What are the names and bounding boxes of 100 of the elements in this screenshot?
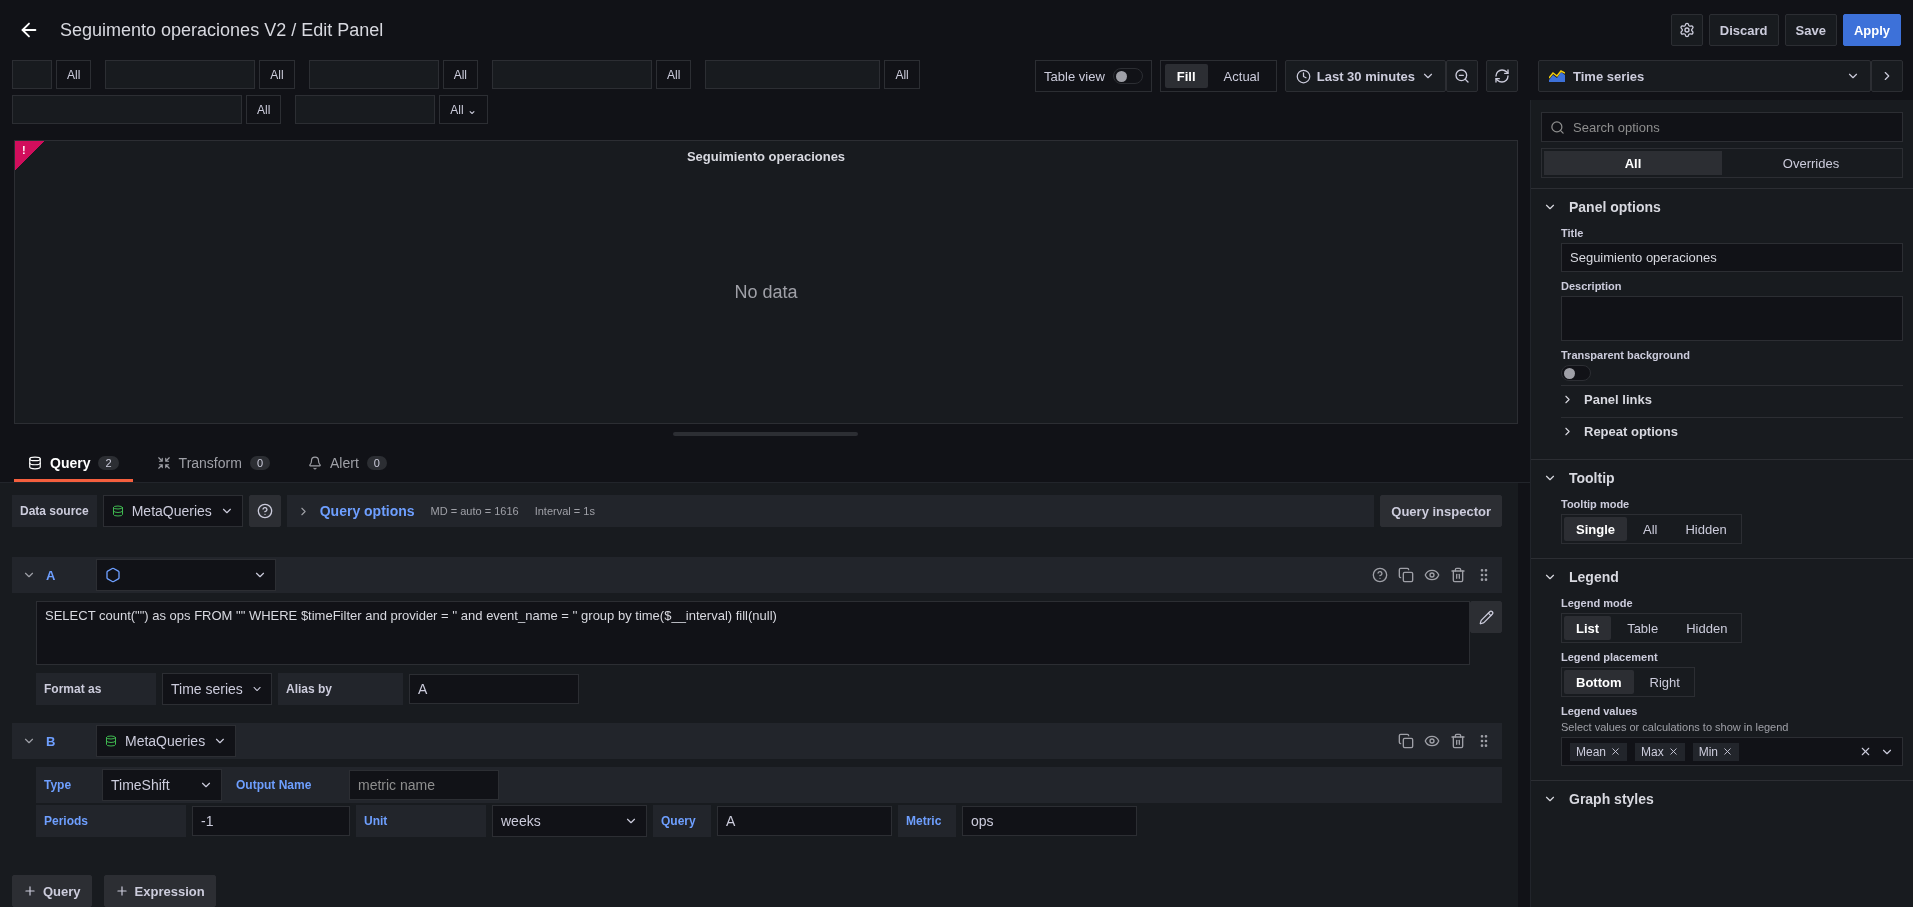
reference-field[interactable]: A bbox=[717, 806, 892, 836]
variable-select[interactable]: All ⌄ bbox=[439, 95, 488, 124]
copy-icon[interactable] bbox=[1398, 567, 1414, 583]
table-view-toggle[interactable]: Table view bbox=[1035, 60, 1152, 92]
close-icon[interactable] bbox=[1722, 746, 1734, 757]
field-hint: Select values or calculations to show in legend bbox=[1561, 721, 1790, 733]
query-inspector-button[interactable]: Query inspector bbox=[1380, 495, 1502, 527]
alias-field[interactable]: A bbox=[409, 674, 579, 704]
radio-option[interactable]: List bbox=[1564, 616, 1612, 640]
output-name-field[interactable]: metric name bbox=[349, 770, 499, 800]
title-field[interactable]: Seguimiento operaciones bbox=[1561, 243, 1903, 272]
field-label: Alias by bbox=[278, 673, 403, 705]
close-icon[interactable] bbox=[1610, 746, 1622, 757]
panel-title: Seguimiento operaciones bbox=[686, 149, 846, 164]
variable-select[interactable]: All bbox=[56, 60, 92, 89]
section-header[interactable]: Tooltip bbox=[1543, 468, 1903, 488]
radio-option[interactable]: Single bbox=[1564, 517, 1627, 541]
header-button[interactable]: Discard bbox=[1708, 14, 1779, 46]
type-select[interactable]: TimeShift bbox=[102, 769, 222, 801]
field-label: Legend values bbox=[1561, 705, 1639, 717]
eye-icon[interactable] bbox=[1424, 567, 1440, 583]
copy-icon[interactable] bbox=[1398, 733, 1414, 749]
radio-option[interactable]: Table bbox=[1615, 616, 1671, 640]
section-link[interactable]: Repeat options bbox=[1561, 417, 1903, 445]
page-title: Seguimento operaciones V2 / Edit Panel bbox=[60, 19, 384, 41]
format-select[interactable]: Time series bbox=[162, 673, 272, 705]
radio-option[interactable]: All bbox=[1631, 517, 1670, 541]
pencil-icon bbox=[1478, 609, 1494, 625]
variable-select[interactable]: All bbox=[259, 60, 295, 89]
zoom-out-button[interactable] bbox=[1446, 60, 1478, 92]
trash-icon[interactable] bbox=[1450, 567, 1466, 583]
radio-option[interactable]: Bottom bbox=[1564, 670, 1634, 694]
hexagon-icon bbox=[105, 567, 121, 583]
variable-select[interactable]: All bbox=[246, 95, 282, 124]
field-label: Legend mode bbox=[1561, 597, 1634, 609]
periods-field[interactable]: -1 bbox=[192, 806, 350, 836]
toggle-switch[interactable] bbox=[1561, 365, 1591, 381]
radio-option[interactable]: Hidden bbox=[1674, 616, 1740, 640]
field-label: Data source bbox=[12, 495, 97, 527]
add-button[interactable]: Expression bbox=[103, 875, 216, 907]
query-letter: A bbox=[46, 567, 57, 583]
editor-tab[interactable]: Alert 0 bbox=[294, 446, 401, 482]
zoom-out-icon bbox=[1454, 68, 1470, 84]
bell-icon bbox=[308, 455, 322, 470]
search-icon bbox=[1550, 119, 1565, 135]
edit-button[interactable] bbox=[1470, 601, 1502, 633]
description-field[interactable] bbox=[1561, 296, 1903, 341]
database-icon bbox=[28, 455, 42, 470]
clock-icon bbox=[1295, 68, 1311, 84]
max-data-points: MD = auto = 1616 bbox=[430, 505, 519, 517]
variable-label bbox=[12, 60, 52, 89]
datasource-select[interactable]: MetaQueries bbox=[102, 495, 243, 527]
settings-button[interactable] bbox=[1670, 14, 1703, 46]
variable-select[interactable]: All bbox=[656, 60, 692, 89]
variable-select[interactable]: All bbox=[442, 60, 479, 89]
plus-icon bbox=[23, 884, 37, 898]
close-icon[interactable] bbox=[1667, 746, 1679, 757]
field-label: Unit bbox=[356, 805, 486, 837]
refresh-button[interactable] bbox=[1486, 60, 1518, 92]
error-corner: ! bbox=[15, 141, 45, 171]
field-label: Periods bbox=[36, 805, 186, 837]
variable-select[interactable]: All bbox=[884, 60, 920, 89]
clear-icon[interactable] bbox=[1859, 745, 1872, 758]
visualization-picker[interactable]: Time series bbox=[1538, 60, 1871, 92]
metric-field[interactable]: ops bbox=[962, 806, 1137, 836]
section-header[interactable]: Panel options bbox=[1543, 197, 1903, 217]
time-range-picker[interactable]: Last 30 minutes bbox=[1284, 60, 1446, 92]
header-button[interactable]: Save bbox=[1784, 14, 1837, 46]
section-header[interactable]: Legend bbox=[1543, 567, 1903, 587]
field-label: Metric bbox=[898, 805, 956, 837]
trash-icon[interactable] bbox=[1450, 733, 1466, 749]
query-editor[interactable]: SELECT count("") as ops FROM "" WHERE $timeFilter and provider = '' and event_name = '' group by time($__interval) fill(null) bbox=[36, 601, 1470, 665]
query-letter: B bbox=[46, 733, 57, 749]
search-field[interactable]: Search options bbox=[1541, 112, 1903, 142]
line-chart-icon bbox=[1549, 70, 1565, 82]
transform-icon bbox=[156, 455, 171, 470]
radio-option[interactable]: Right bbox=[1637, 670, 1692, 694]
help-button[interactable] bbox=[248, 495, 281, 527]
help-icon[interactable] bbox=[1372, 567, 1388, 583]
values-select[interactable]: Mean Max Min bbox=[1561, 737, 1903, 766]
field-label: Format as bbox=[36, 673, 156, 705]
size-mode-option[interactable]: Actual bbox=[1211, 64, 1272, 88]
eye-icon[interactable] bbox=[1424, 733, 1440, 749]
no-data-message: No data bbox=[734, 282, 798, 303]
field-label: Tooltip mode bbox=[1561, 498, 1631, 510]
editor-tab[interactable]: Transform 0 bbox=[142, 446, 284, 482]
add-button[interactable]: Query bbox=[12, 875, 92, 907]
section-header[interactable]: Graph styles bbox=[1543, 789, 1903, 809]
unit-select[interactable]: weeks bbox=[492, 805, 647, 837]
section-link[interactable]: Panel links bbox=[1561, 385, 1903, 413]
size-mode-option[interactable]: Fill bbox=[1164, 64, 1208, 88]
radio-option[interactable]: Hidden bbox=[1673, 517, 1739, 541]
datasource-select[interactable]: MetaQueries bbox=[96, 725, 236, 757]
field-label: Transparent background bbox=[1561, 349, 1691, 361]
options-tab[interactable]: All bbox=[1544, 151, 1722, 175]
options-tab[interactable]: Overrides bbox=[1722, 151, 1900, 175]
header-button[interactable]: Apply bbox=[1842, 14, 1901, 46]
field-label: Legend placement bbox=[1561, 651, 1659, 663]
refresh-icon bbox=[1494, 68, 1510, 84]
query-options-link[interactable]: Query options bbox=[296, 503, 415, 519]
